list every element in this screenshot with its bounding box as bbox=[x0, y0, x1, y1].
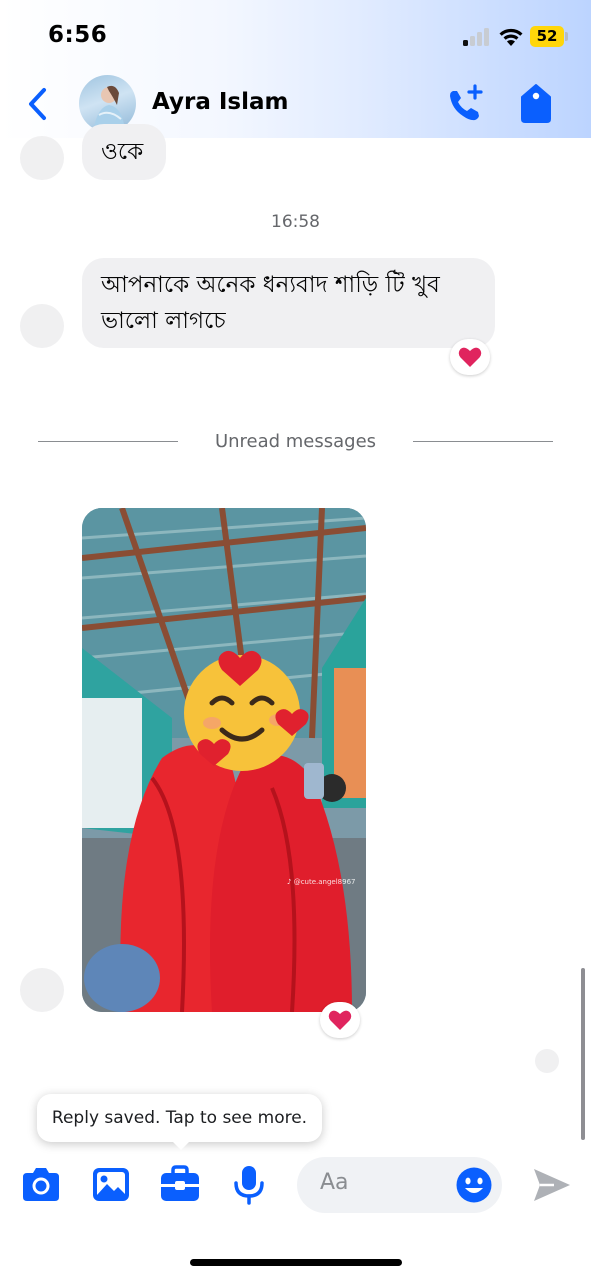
voice-message-button[interactable] bbox=[227, 1163, 271, 1207]
message-input-placeholder: Aa bbox=[320, 1170, 349, 1195]
send-icon bbox=[534, 1169, 570, 1201]
tag-button[interactable] bbox=[516, 83, 556, 125]
wifi-icon bbox=[498, 25, 524, 47]
message-bubble[interactable]: ওকে bbox=[82, 124, 166, 180]
sender-avatar bbox=[20, 968, 64, 1012]
message-timestamp: 16:58 bbox=[271, 212, 320, 232]
back-button[interactable] bbox=[22, 82, 56, 126]
chevron-left-icon bbox=[29, 88, 46, 120]
toast-pointer bbox=[170, 1139, 192, 1150]
photo-message[interactable]: ♪ @cute.angel8967 bbox=[82, 508, 366, 1012]
heart-reaction[interactable] bbox=[450, 339, 490, 375]
sender-avatar bbox=[20, 136, 64, 180]
reply-saved-toast[interactable]: Reply saved. Tap to see more. bbox=[37, 1094, 322, 1142]
camera-button[interactable] bbox=[19, 1163, 63, 1207]
emoji-button[interactable] bbox=[455, 1166, 493, 1204]
tag-icon bbox=[521, 84, 551, 123]
briefcase-icon bbox=[161, 1165, 199, 1201]
phone-plus-icon bbox=[450, 84, 483, 121]
image-icon bbox=[93, 1168, 129, 1201]
status-time: 6:56 bbox=[48, 22, 108, 48]
photo-image bbox=[82, 508, 366, 1012]
battery-nub bbox=[565, 32, 568, 41]
heart-icon bbox=[458, 347, 482, 367]
contact-name[interactable]: Ayra Islam bbox=[152, 89, 288, 115]
seen-indicator-avatar bbox=[535, 1049, 559, 1073]
sender-avatar bbox=[20, 304, 64, 348]
message-bubble[interactable]: আপনাকে অনেক ধন্যবাদ শাড়ি টি খুব ভালো লা… bbox=[82, 258, 495, 348]
camera-icon bbox=[23, 1168, 59, 1201]
photo-watermark: ♪ @cute.angel8967 bbox=[287, 878, 356, 886]
message-input[interactable]: Aa bbox=[297, 1157, 502, 1213]
message-text-line-2: ভালো লাগচে bbox=[101, 308, 226, 334]
add-call-button[interactable] bbox=[444, 82, 488, 126]
scrollbar[interactable] bbox=[581, 968, 585, 1140]
cellular-signal-icon bbox=[463, 28, 491, 46]
divider-right bbox=[413, 441, 553, 442]
heart-reaction[interactable] bbox=[320, 1002, 360, 1038]
emoji-icon bbox=[456, 1167, 492, 1203]
send-button[interactable] bbox=[530, 1163, 574, 1207]
gallery-button[interactable] bbox=[89, 1163, 133, 1207]
message-text-line-1: আপনাকে অনেক ধন্যবাদ শাড়ি টি খুব bbox=[101, 272, 440, 298]
battery-indicator: 52 bbox=[530, 26, 564, 47]
toolbox-button[interactable] bbox=[158, 1163, 202, 1207]
heart-icon bbox=[328, 1010, 352, 1030]
home-indicator bbox=[190, 1259, 402, 1266]
microphone-icon bbox=[234, 1166, 264, 1205]
message-text: ওকে bbox=[101, 139, 144, 165]
